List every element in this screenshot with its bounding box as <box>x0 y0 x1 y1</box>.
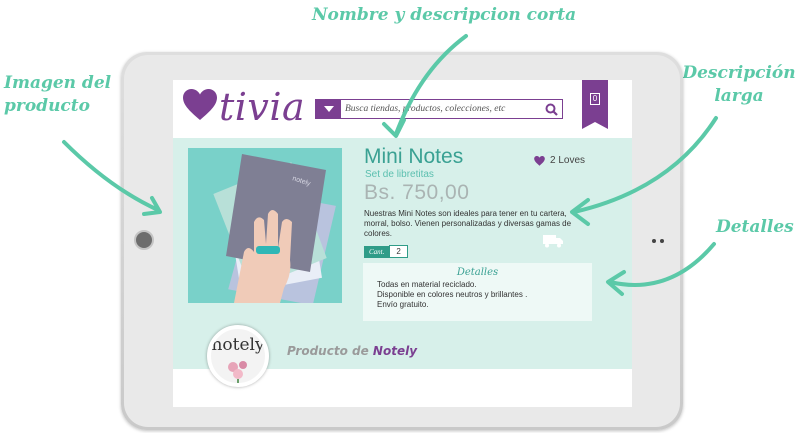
annotation-details: Detalles <box>716 217 794 237</box>
quantity-stepper[interactable]: Cant. 2 <box>364 245 408 258</box>
annotation-product-image: Imagen del producto <box>4 73 112 116</box>
brand-avatar[interactable]: notely <box>207 325 269 387</box>
product-image[interactable]: notely <box>188 148 342 303</box>
heart-icon <box>534 155 545 166</box>
chevron-down-icon <box>323 106 334 112</box>
brand-avatar-text: notely <box>211 335 265 355</box>
annotation-name-short-description: Nombre y descripcion corta <box>312 5 577 25</box>
brand-prefix: Producto de <box>287 344 369 358</box>
cart-count: 0 <box>589 93 601 105</box>
details-item: Todas en material reciclado. <box>377 280 477 289</box>
home-button[interactable] <box>134 230 154 250</box>
annotation-long-description: Descripción larga <box>682 63 796 106</box>
site-logo[interactable]: tivia <box>183 85 306 129</box>
search-icon[interactable] <box>540 100 562 118</box>
product-long-description: Nuestras Mini Notes son ideales para ten… <box>364 209 572 238</box>
camera-dot <box>652 239 656 243</box>
details-list: Todas en material reciclado. Disponible … <box>363 280 592 310</box>
truck-icon <box>543 235 563 253</box>
details-box: Detalles Todas en material reciclado. Di… <box>363 263 592 321</box>
flowers-icon <box>228 361 247 383</box>
details-title: Detalles <box>456 267 499 278</box>
brand-attribution: Producto de Notely <box>287 344 417 358</box>
quantity-value[interactable]: 2 <box>389 245 408 258</box>
logo-wordmark: tivia <box>219 85 306 129</box>
quantity-label: Cant. <box>364 245 390 258</box>
search-bar <box>315 99 563 119</box>
bookmark-ribbon-icon <box>582 121 608 129</box>
heart-logo-icon <box>183 88 217 126</box>
search-input[interactable] <box>341 104 540 114</box>
app-screen: tivia 0 notely Mini Notes Set de libreti… <box>173 80 632 407</box>
product-name: Mini Notes <box>364 145 464 168</box>
product-short-description: Set de libretitas <box>365 169 434 180</box>
details-item: Disponible en colores neutros y brillant… <box>377 290 528 299</box>
cart-button[interactable]: 0 <box>582 80 608 129</box>
details-item: Envío gratuito. <box>377 300 429 309</box>
loves-count: 2 Loves <box>550 155 586 166</box>
camera-dot <box>660 239 664 243</box>
loves-button[interactable]: 2 Loves <box>534 155 585 166</box>
category-dropdown-button[interactable] <box>316 100 341 118</box>
brand-link[interactable]: Notely <box>373 344 417 358</box>
product-price: Bs. 750,00 <box>364 181 470 204</box>
